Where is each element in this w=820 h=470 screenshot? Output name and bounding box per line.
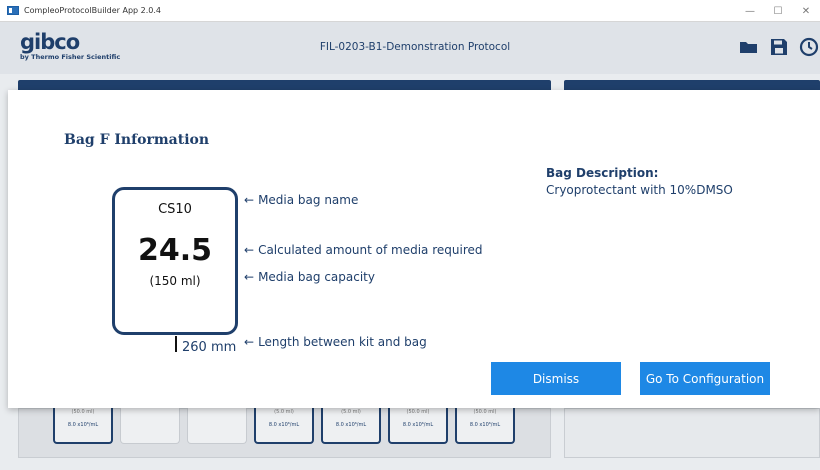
bag-card-volume: (5.0 ml)	[274, 409, 294, 415]
background-bag-card-empty[interactable]	[120, 408, 180, 444]
bag-card-volume: (50.0 ml)	[406, 409, 430, 415]
legend-bag-name-text: Media bag name	[258, 193, 359, 207]
bag-card-volume: (50.0 ml)	[71, 409, 95, 415]
bag-card-volume: (5.0 ml)	[341, 409, 361, 415]
tube-length: 260 mm	[182, 340, 237, 355]
logo-word: gibco	[20, 30, 80, 54]
background-bag-card[interactable]: (50.0 ml) 8.0 x10⁶/mL	[455, 408, 515, 444]
close-button[interactable]: ✕	[792, 0, 820, 22]
background-bag-card[interactable]: (50.0 ml) 8.0 x10⁶/mL	[388, 408, 448, 444]
window-title: CompleoProtocolBuilder App 2.0.4	[24, 6, 161, 15]
legend-length: ← Length between kit and bag	[244, 335, 427, 349]
protocol-title: FIL-0203-B1-Demonstration Protocol	[319, 41, 511, 53]
bag-card-concentration: 8.0 x10⁶/mL	[268, 422, 300, 428]
left-arrow-icon: ←	[244, 193, 255, 207]
background-bag-card[interactable]: (50.0 ml) 8.0 x10⁶/mL	[53, 408, 113, 444]
bag-capacity: (150 ml)	[149, 274, 201, 288]
legend-capacity-text: Media bag capacity	[258, 270, 375, 284]
minimize-button[interactable]: —	[736, 0, 764, 22]
app-header: gibco by Thermo Fisher Scientific FIL-02…	[0, 22, 820, 74]
legend-capacity: ← Media bag capacity	[244, 270, 375, 284]
bag-description-label: Bag Description:	[546, 166, 659, 180]
left-arrow-icon: ←	[244, 270, 255, 284]
background-bag-card-empty[interactable]	[187, 408, 247, 444]
bag-card-concentration: 8.0 x10⁶/mL	[335, 422, 367, 428]
dismiss-button[interactable]: Dismiss	[491, 362, 621, 395]
folder-icon[interactable]	[738, 36, 760, 58]
legend-length-text: Length between kit and bag	[258, 335, 427, 349]
app-icon	[7, 6, 19, 15]
header-toolbar	[738, 36, 820, 58]
bag-card-concentration: 8.0 x10⁶/mL	[469, 422, 501, 428]
bag-description-value: Cryoprotectant with 10%DMSO	[546, 183, 733, 197]
bag-card-concentration: 8.0 x10⁶/mL	[402, 422, 434, 428]
background-bag-card[interactable]: (5.0 ml) 8.0 x10⁶/mL	[321, 408, 381, 444]
window-title-bar: CompleoProtocolBuilder App 2.0.4 — ☐ ✕	[0, 0, 820, 22]
legend-amount-text: Calculated amount of media required	[258, 243, 483, 257]
bag-information-dialog: Bag F Information CS10 24.5 (150 ml) 260…	[8, 90, 820, 408]
background-side-panel	[564, 408, 820, 458]
bag-card-volume: (50.0 ml)	[473, 409, 497, 415]
bag-amount: 24.5	[137, 233, 213, 268]
bag-tube-line	[175, 336, 177, 352]
background-bag-card[interactable]: (5.0 ml) 8.0 x10⁶/mL	[254, 408, 314, 444]
background-panel-header-right	[564, 80, 820, 90]
logo-subtitle: by Thermo Fisher Scientific	[20, 53, 121, 61]
media-bag-diagram: CS10 24.5 (150 ml)	[112, 187, 238, 335]
go-to-configuration-button[interactable]: Go To Configuration	[640, 362, 770, 395]
window-controls: — ☐ ✕	[736, 0, 820, 22]
left-arrow-icon: ←	[244, 243, 255, 257]
left-arrow-icon: ←	[244, 335, 255, 349]
legend-bag-name: ← Media bag name	[244, 193, 358, 207]
dialog-title: Bag F Information	[64, 132, 210, 148]
bag-card-concentration: 8.0 x10⁶/mL	[67, 422, 99, 428]
maximize-button[interactable]: ☐	[764, 0, 792, 22]
bag-name: CS10	[158, 202, 192, 217]
save-icon[interactable]	[768, 36, 790, 58]
background-panel-header-left	[18, 80, 551, 90]
refresh-icon[interactable]	[798, 36, 820, 58]
gibco-logo: gibco by Thermo Fisher Scientific	[20, 30, 121, 62]
legend-amount: ← Calculated amount of media required	[244, 243, 483, 257]
